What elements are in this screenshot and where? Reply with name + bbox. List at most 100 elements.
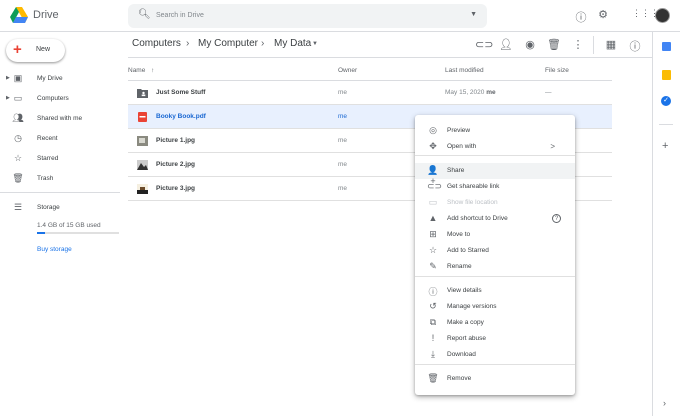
breadcrumb-my-computer[interactable]: My Computer	[198, 38, 258, 49]
sidebar-item-my-drive[interactable]: ▶ ▣ My Drive	[0, 70, 125, 88]
breadcrumb-computers[interactable]: Computers	[132, 38, 181, 49]
storage-icon: ☰	[13, 202, 23, 212]
shared-icon: 👥︎	[12, 113, 24, 123]
search-bar[interactable]: 🔍︎ Search in Drive ▼	[128, 4, 487, 28]
tasks-icon[interactable]: ✓	[661, 96, 671, 106]
storage-bar-fill	[37, 232, 45, 234]
open-with-icon: ✥	[429, 141, 437, 151]
menu-item-rename[interactable]: ✎ Rename	[415, 259, 575, 275]
column-file-size[interactable]: File size	[545, 67, 569, 74]
expand-panel-icon[interactable]: ›	[663, 398, 666, 408]
add-addon-icon[interactable]: +	[662, 140, 668, 152]
column-name[interactable]: Name ↑	[128, 67, 154, 74]
sidebar-item-label: Recent	[37, 135, 58, 142]
add-to-starred-icon: ☆	[428, 245, 438, 255]
context-menu: ◎ Preview ✥ Open with > 👤+ Share ⊂⊃ Get shareabl…	[415, 115, 575, 395]
preview-icon[interactable]: ◉	[523, 38, 537, 51]
menu-item-label: Show file location	[447, 199, 498, 206]
report-abuse-icon: !	[431, 333, 435, 343]
menu-item-label: Download	[447, 351, 476, 358]
folder-dropdown-icon[interactable]: ▼	[312, 41, 318, 47]
menu-item-open-with[interactable]: ✥ Open with >	[415, 139, 575, 155]
link-icon[interactable]: ⊂⊃	[475, 38, 493, 51]
expand-icon[interactable]: ▶	[6, 95, 10, 101]
menu-item-report-abuse[interactable]: ! Report abuse	[415, 331, 575, 347]
menu-item-move-to[interactable]: ⊞ Move to	[415, 227, 575, 243]
more-icon[interactable]: ⋮	[571, 38, 585, 51]
sidebar-item-storage[interactable]: ☰ Storage	[0, 199, 125, 217]
menu-separator	[415, 364, 575, 365]
help-icon[interactable]: ?	[552, 214, 561, 223]
menu-item-add-to-starred[interactable]: ☆ Add to Starred	[415, 243, 575, 259]
file-row[interactable]: Just Some Stuff me May 15, 2020 me —	[128, 81, 612, 105]
menu-item-get-shareable-link[interactable]: ⊂⊃ Get shareable link	[415, 179, 575, 195]
menu-item-make-a-copy[interactable]: ⧉ Make a copy	[415, 315, 575, 331]
menu-item-label: Manage versions	[447, 303, 497, 310]
menu-item-add-shortcut-to-drive[interactable]: ▲ Add shortcut to Drive?	[415, 211, 575, 227]
menu-item-remove[interactable]: 🗑 Remove	[415, 371, 575, 387]
trash-icon: 🗑︎	[12, 173, 24, 183]
file-name: Picture 2.jpg	[156, 161, 196, 168]
remove-icon: 🗑	[427, 373, 439, 383]
info-icon[interactable]: ⓘ	[628, 38, 642, 54]
sidebar-item-recent[interactable]: ◷ Recent	[0, 130, 125, 148]
shared-folder-icon	[137, 89, 148, 98]
settings-icon[interactable]: ⚙	[596, 8, 610, 21]
menu-item-label: Share	[447, 167, 465, 174]
menu-item-label: Get shareable link	[447, 183, 500, 190]
my-drive-icon: ▣	[13, 73, 23, 83]
menu-item-preview[interactable]: ◎ Preview	[415, 123, 575, 139]
menu-item-manage-versions[interactable]: ↺ Manage versions	[415, 299, 575, 315]
menu-item-label: Remove	[447, 375, 472, 382]
search-options-icon[interactable]: ▼	[470, 11, 477, 18]
sidebar-item-label: Storage	[37, 204, 60, 211]
column-owner[interactable]: Owner	[338, 67, 357, 74]
star-icon: ☆	[13, 153, 23, 163]
storage-usage: 1.4 GB of 15 GB used	[37, 222, 101, 229]
avatar[interactable]	[655, 8, 670, 23]
add-shortcut-to-drive-icon: ▲	[428, 213, 438, 223]
breadcrumb-my-data[interactable]: My Data	[274, 38, 311, 49]
grid-view-icon[interactable]: ▦	[604, 38, 618, 51]
column-last-modified[interactable]: Last modified	[445, 67, 484, 74]
keep-icon[interactable]	[662, 70, 671, 80]
show-file-location-icon: ▭	[428, 197, 438, 207]
buy-storage-link[interactable]: Buy storage	[37, 246, 72, 253]
menu-item-label: Move to	[447, 231, 471, 238]
preview-icon: ◎	[429, 125, 437, 135]
file-name: Picture 1.jpg	[156, 137, 196, 144]
expand-icon[interactable]: ▶	[6, 75, 10, 81]
file-owner: me	[338, 161, 348, 168]
sidebar-item-starred[interactable]: ☆ Starred	[0, 150, 125, 168]
sidebar-item-label: My Drive	[37, 75, 63, 82]
delete-icon[interactable]: 🗑︎	[547, 38, 561, 51]
sidebar-item-trash[interactable]: 🗑︎ Trash	[0, 170, 125, 188]
menu-item-view-details[interactable]: ⓘ View details	[415, 283, 575, 299]
apps-grid-icon[interactable]: ⋮⋮⋮	[632, 8, 659, 19]
image-thumbnail-icon	[137, 160, 148, 170]
sidebar-item-shared[interactable]: 👥︎ Shared with me	[0, 110, 125, 128]
app-name: Drive	[33, 9, 59, 21]
search-icon[interactable]: 🔍︎	[138, 9, 151, 20]
file-modified: May 15, 2020 me	[445, 89, 496, 96]
menu-separator	[415, 155, 575, 156]
calendar-icon[interactable]	[662, 42, 671, 51]
sidebar-item-label: Computers	[37, 95, 69, 102]
storage-bar	[37, 232, 119, 234]
sort-arrow-icon[interactable]: ↑	[151, 67, 154, 74]
search-input[interactable]: Search in Drive	[156, 12, 204, 19]
share-icon[interactable]: 👤︎	[499, 38, 513, 51]
new-button[interactable]: + New	[6, 39, 65, 62]
new-button-label: New	[36, 46, 51, 53]
get-shareable-link-icon: ⊂⊃	[427, 181, 443, 191]
pdf-icon	[138, 112, 147, 122]
menu-item-download[interactable]: ⤓ Download	[415, 347, 575, 363]
menu-item-share[interactable]: 👤+ Share	[415, 163, 575, 186]
menu-item-label: View details	[447, 287, 482, 294]
side-panel-separator	[659, 124, 673, 125]
menu-item-label: Make a copy	[447, 319, 484, 326]
toolbar-divider	[593, 36, 594, 54]
help-icon[interactable]: ⓘ	[574, 9, 588, 25]
menu-item-label: Open with	[447, 143, 477, 150]
sidebar-item-computers[interactable]: ▶ ▭ Computers	[0, 90, 125, 108]
